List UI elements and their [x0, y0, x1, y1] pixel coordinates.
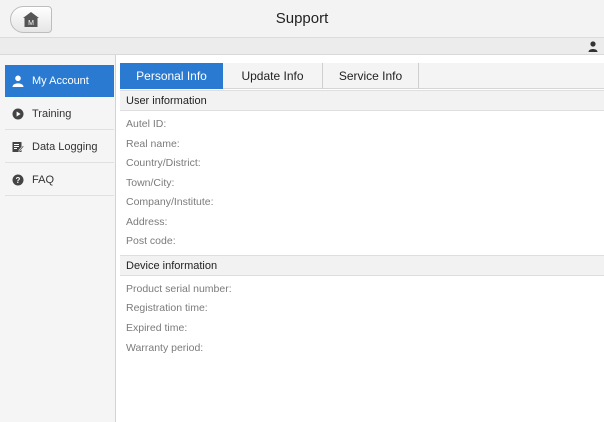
- autel-id-label: Autel ID:: [126, 118, 167, 130]
- real-name-label: Real name:: [126, 138, 180, 150]
- registration-time-label: Registration time:: [126, 302, 208, 314]
- sidebar: My Account Training Data Logging ? FAQ: [0, 55, 116, 422]
- user-information-header: User information: [120, 90, 604, 111]
- sidebar-item-faq[interactable]: ? FAQ: [5, 164, 114, 196]
- personal-info-panel: User information Autel ID: Real name: Co…: [120, 89, 604, 422]
- sidebar-item-label: Training: [32, 107, 72, 120]
- expired-time-label: Expired time:: [126, 322, 188, 334]
- help-circle-icon: ?: [12, 174, 24, 186]
- sidebar-item-label: My Account: [32, 75, 89, 87]
- tab-service-info[interactable]: Service Info: [323, 63, 419, 89]
- svg-text:?: ?: [16, 176, 21, 185]
- sidebar-item-label: FAQ: [32, 173, 55, 186]
- warranty-period-label: Warranty period:: [126, 342, 204, 354]
- sidebar-item-label: Data Logging: [32, 140, 98, 153]
- country-district-label: Country/District:: [126, 157, 201, 169]
- town-city-label: Town/City:: [126, 177, 175, 189]
- tab-bar: Personal Info Update Info Service Info: [120, 63, 604, 89]
- status-bar: [0, 38, 604, 55]
- page-title: Support: [275, 10, 329, 27]
- tab-update-info[interactable]: Update Info: [223, 63, 323, 89]
- device-information-header: Device information: [120, 255, 604, 276]
- tab-personal-info[interactable]: Personal Info: [120, 63, 223, 89]
- address-label: Address:: [126, 216, 168, 228]
- title-bar: M Support: [0, 0, 604, 38]
- company-institute-label: Company/Institute:: [126, 196, 214, 208]
- sidebar-item-my-account[interactable]: My Account: [5, 65, 114, 97]
- product-serial-number-label: Product serial number:: [126, 283, 232, 295]
- sidebar-item-training[interactable]: Training: [5, 98, 114, 130]
- edit-note-icon: [12, 141, 24, 153]
- sidebar-item-data-logging[interactable]: Data Logging: [5, 131, 114, 163]
- post-code-label: Post code:: [126, 235, 176, 247]
- play-circle-icon: [12, 108, 24, 120]
- user-icon[interactable]: [588, 41, 598, 52]
- person-icon: [12, 75, 24, 87]
